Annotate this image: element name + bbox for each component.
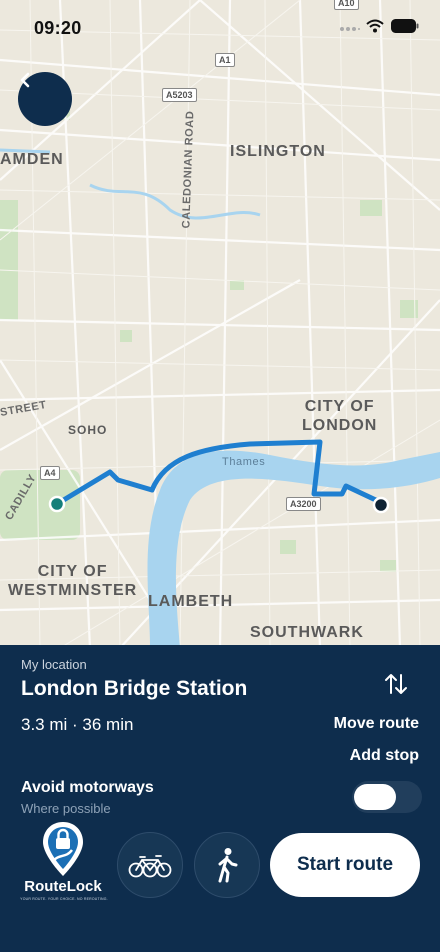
add-stop-button[interactable]: Add stop — [350, 747, 419, 765]
routelock-pin-icon — [43, 822, 83, 876]
brand-tagline: YOUR ROUTE. YOUR CHOICE. NO REROUTING. — [20, 897, 108, 901]
walk-icon — [218, 848, 238, 883]
brand-name: RouteLock — [24, 878, 102, 895]
label-islington: ISLINGTON — [230, 143, 326, 160]
label-thames: Thames — [222, 456, 266, 468]
label-southwark: SOUTHWARK — [250, 624, 364, 641]
origin-label: My location — [21, 657, 87, 672]
swap-button[interactable] — [381, 669, 411, 699]
route-summary: 3.3 mi · 36 min — [21, 715, 134, 734]
routelock-logo: RouteLock YOUR ROUTE. YOUR CHOICE. NO RE… — [18, 820, 108, 910]
move-route-button[interactable]: Move route — [334, 715, 419, 733]
avoid-motorways-sublabel: Where possible — [21, 801, 111, 816]
road-shield-a1: A1 — [215, 53, 235, 67]
route-panel: My location London Bridge Station 3.3 mi… — [0, 645, 440, 952]
road-shield-a4: A4 — [40, 466, 60, 480]
bike-icon — [128, 855, 172, 878]
walk-mode-button[interactable] — [194, 832, 260, 898]
cycle-mode-button[interactable] — [117, 832, 183, 898]
signal-icon — [340, 27, 360, 31]
label-city-of-london: CITY OF LONDON — [302, 398, 378, 434]
battery-icon — [391, 19, 419, 33]
label-soho: SOHO — [68, 423, 108, 437]
status-bar: 09:20 — [0, 0, 440, 50]
start-route-button[interactable]: Start route — [270, 833, 420, 897]
map-view[interactable]: AMDEN ISLINGTON CITY OF LONDON SOHO CITY… — [0, 0, 440, 648]
swap-icon — [385, 674, 407, 694]
destination-marker — [372, 496, 390, 514]
road-shield-a5203: A5203 — [162, 88, 197, 102]
label-camden: AMDEN — [0, 151, 64, 168]
avoid-motorways-toggle[interactable] — [352, 781, 422, 813]
origin-marker — [48, 495, 66, 513]
wifi-icon — [366, 19, 384, 33]
status-time: 09:20 — [34, 18, 82, 38]
back-icon — [20, 72, 30, 88]
label-lambeth: LAMBETH — [148, 593, 234, 610]
avoid-motorways-label: Avoid motorways — [21, 779, 154, 796]
toggle-knob — [354, 784, 396, 810]
destination-name[interactable]: London Bridge Station — [21, 677, 247, 701]
road-shield-a3200: A3200 — [286, 497, 321, 511]
back-button[interactable] — [18, 72, 72, 126]
label-city-of-westminster: CITY OF WESTMINSTER — [8, 563, 138, 599]
